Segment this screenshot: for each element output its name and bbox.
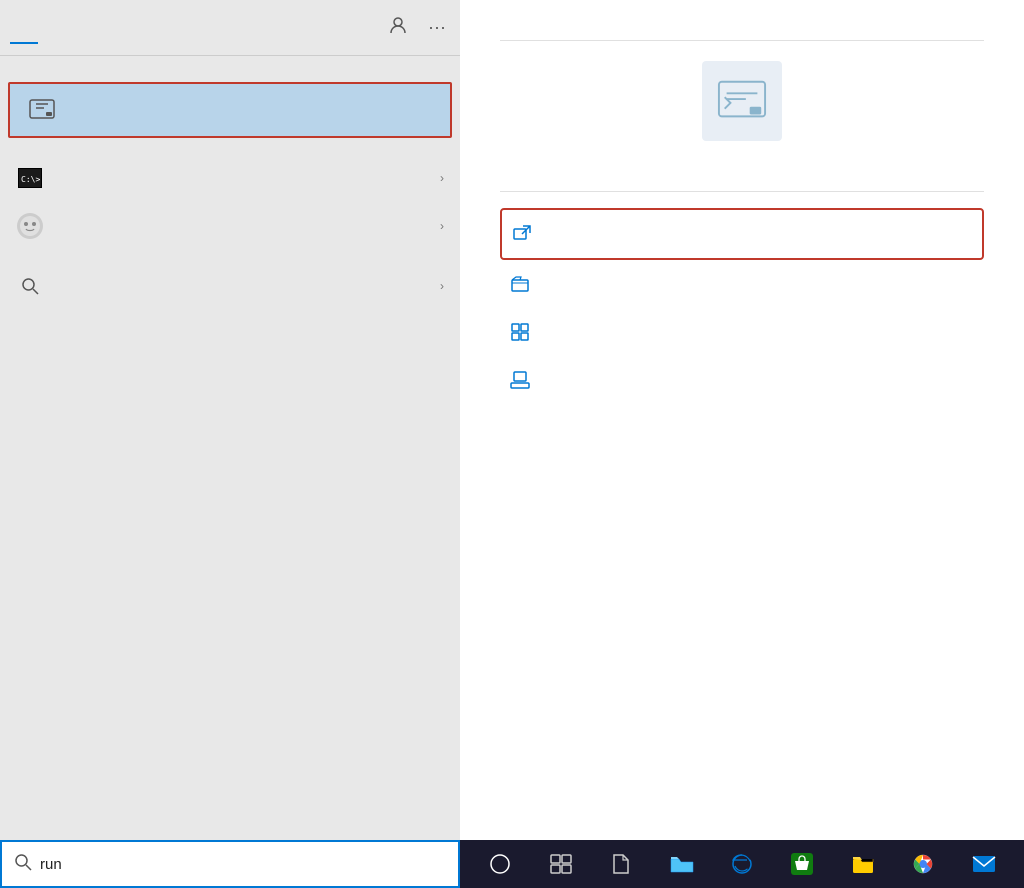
detail-panel bbox=[460, 0, 1024, 840]
taskbar-icon-store[interactable] bbox=[782, 844, 822, 884]
taskbar-icon-file[interactable] bbox=[601, 844, 641, 884]
taskbar-icon-taskview[interactable] bbox=[541, 844, 581, 884]
run-app-icon bbox=[26, 94, 58, 126]
tabs-bar: ··· bbox=[0, 0, 460, 56]
top-divider bbox=[500, 40, 984, 41]
search-box-icon bbox=[14, 853, 32, 876]
mid-divider bbox=[500, 191, 984, 192]
taskbar-icon-mail[interactable] bbox=[964, 844, 1004, 884]
best-match-label bbox=[0, 66, 460, 78]
search-input[interactable] bbox=[40, 856, 446, 873]
tab-documents[interactable] bbox=[66, 20, 94, 36]
ellipsis-icon[interactable]: ··· bbox=[424, 13, 450, 42]
best-match-item-run[interactable] bbox=[8, 82, 452, 138]
detail-run-icon bbox=[702, 61, 782, 141]
settings-section-label bbox=[0, 310, 460, 322]
file-location-icon bbox=[508, 272, 532, 296]
taskbar bbox=[0, 840, 1024, 888]
taskbar-icon-chrome[interactable] bbox=[903, 844, 943, 884]
person-icon[interactable] bbox=[384, 11, 412, 44]
taskbar-icon-edge[interactable] bbox=[722, 844, 762, 884]
search-panel: ··· bbox=[0, 0, 460, 840]
tabs-action-icons: ··· bbox=[384, 11, 450, 44]
tab-apps[interactable] bbox=[38, 20, 66, 36]
search-icon bbox=[16, 272, 44, 300]
web-section-label bbox=[0, 250, 460, 262]
list-item-amd-wizard[interactable]: › bbox=[0, 202, 460, 250]
search-box[interactable] bbox=[0, 840, 460, 888]
tab-all[interactable] bbox=[10, 20, 38, 36]
amd-icon bbox=[16, 212, 44, 240]
svg-text:C:\>: C:\> bbox=[21, 175, 40, 184]
apps-section-label bbox=[0, 142, 460, 154]
tab-web[interactable] bbox=[94, 20, 122, 36]
taskbar-icon-file-explorer[interactable] bbox=[843, 844, 883, 884]
taskbar-icons-area bbox=[460, 844, 1024, 884]
chevron-right-icon: › bbox=[440, 171, 444, 185]
command-prompt-icon: C:\> bbox=[16, 164, 44, 192]
taskbar-icon-folder[interactable] bbox=[662, 844, 702, 884]
open-icon bbox=[510, 222, 534, 246]
pin-start-icon bbox=[508, 320, 532, 344]
action-open[interactable] bbox=[500, 208, 984, 260]
action-list bbox=[500, 208, 984, 404]
pin-taskbar-icon bbox=[508, 368, 532, 392]
action-pin-start[interactable] bbox=[500, 308, 984, 356]
chevron-right-icon-2: › bbox=[440, 219, 444, 233]
tab-more[interactable] bbox=[122, 20, 154, 36]
chevron-right-icon-3: › bbox=[440, 279, 444, 293]
action-pin-taskbar[interactable] bbox=[500, 356, 984, 404]
taskbar-icon-circle[interactable] bbox=[480, 844, 520, 884]
results-list: C:\> › › bbox=[0, 56, 460, 840]
action-open-file-location[interactable] bbox=[500, 260, 984, 308]
list-item-command-prompt[interactable]: C:\> › bbox=[0, 154, 460, 202]
list-item-web-search[interactable]: › bbox=[0, 262, 460, 310]
